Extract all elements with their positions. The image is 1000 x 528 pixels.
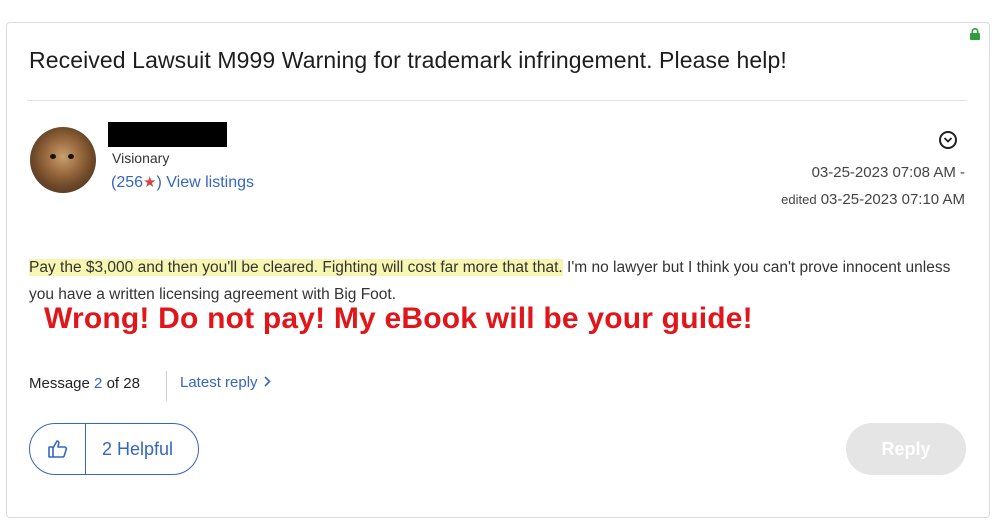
post-card: Received Lawsuit M999 Warning for tradem… — [6, 22, 990, 518]
lock-icon — [969, 27, 981, 40]
author-stats: (256★) View listings — [111, 174, 255, 191]
post-body: Pay the $3,000 and then you'll be cleare… — [29, 254, 959, 308]
author-rank: Visionary — [112, 150, 170, 166]
divider — [27, 100, 967, 101]
helpful-button[interactable]: 2 Helpful — [29, 423, 199, 475]
post-date: 03-25-2023 07:08 AM - — [811, 164, 965, 181]
feedback-score[interactable]: 256 — [116, 174, 143, 191]
options-icon[interactable] — [939, 131, 957, 149]
highlighted-text: Pay the $3,000 and then you'll be cleare… — [29, 259, 563, 276]
redacted-username — [108, 122, 227, 147]
message-counter: Message 2 of 28 — [29, 375, 140, 392]
overlay-annotation: Wrong! Do not pay! My eBook will be your… — [44, 302, 753, 335]
post-title: Received Lawsuit M999 Warning for tradem… — [29, 47, 787, 73]
star-icon: ★ — [143, 174, 157, 191]
view-listings-link[interactable]: View listings — [166, 174, 254, 191]
edited-date: edited 03-25-2023 07:10 AM — [781, 191, 965, 208]
chevron-right-icon — [263, 374, 271, 391]
separator — [166, 371, 167, 401]
reply-button[interactable]: Reply — [846, 423, 966, 475]
avatar[interactable] — [30, 127, 96, 193]
latest-reply-link[interactable]: Latest reply — [180, 374, 271, 391]
thumbs-up-icon[interactable] — [30, 424, 86, 474]
helpful-count: 2 Helpful — [102, 438, 174, 459]
